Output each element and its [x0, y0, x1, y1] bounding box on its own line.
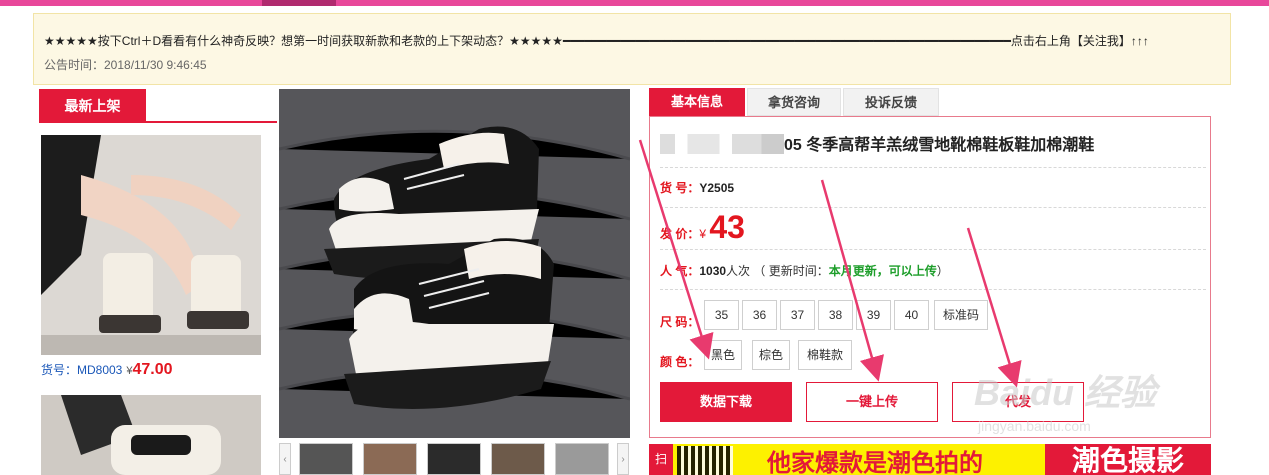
tab-new-arrivals[interactable]: 最新上架 [39, 89, 146, 123]
divider [660, 167, 1206, 168]
size-option[interactable]: 40 [894, 300, 929, 330]
divider [660, 289, 1206, 290]
thumbnail-strip: ‹ › [279, 443, 630, 475]
scan-label: 扫 [649, 444, 673, 475]
thumbnail-3[interactable] [427, 443, 481, 475]
announcement-text: ★★★★★按下Ctrl＋D看看有什么神奇反映？想第一时间获取新款和老款的上下架动… [44, 34, 1149, 48]
sku-value: Y2505 [699, 181, 735, 195]
data-download-button[interactable]: 数据下载 [660, 382, 792, 422]
divider [660, 207, 1206, 208]
popularity-unit: 人次 [726, 264, 751, 278]
product-title: 05 冬季高帮羊羔绒雪地靴棉鞋板鞋加棉潮鞋 [660, 131, 1094, 155]
thumbnail-prev-button[interactable]: ‹ [279, 443, 291, 475]
size-option-standard[interactable]: 标准码 [934, 300, 988, 330]
one-click-upload-button[interactable]: 一键上传 [806, 382, 938, 422]
thumbnail-1[interactable] [299, 443, 353, 475]
tab-purchase-inquiry[interactable]: 拿货咨询 [747, 88, 841, 116]
update-status: 本月更新，可以上传 [828, 264, 937, 278]
price-label: 发 价： [660, 227, 700, 241]
tab-basic-info[interactable]: 基本信息 [649, 88, 745, 116]
size-label: 尺 码： [660, 315, 700, 329]
size-option[interactable]: 38 [818, 300, 853, 330]
price-row: 发 价：¥ 43 [660, 209, 745, 252]
announcement-box: ★★★★★按下Ctrl＋D看看有什么神奇反映？想第一时间获取新款和老款的上下架动… [33, 13, 1231, 85]
thumbnail-4[interactable] [491, 443, 545, 475]
product-code[interactable]: 货号：MD8003 [41, 363, 122, 377]
thumbnail-2[interactable] [363, 443, 417, 475]
announcement-time: 公告时间：2018/11/30 9:46:45 [44, 58, 207, 72]
top-accent-bar [0, 0, 1269, 6]
update-prefix: （ 更新时间： [753, 264, 829, 278]
info-tabs: 基本信息 拿货咨询 投诉反馈 [649, 88, 1211, 116]
new-arrivals-header: 最新上架 [39, 89, 277, 123]
ad-banner[interactable]: 扫 他家爆款是潮色拍的 潮色摄影 [649, 444, 1211, 475]
size-option[interactable]: 39 [856, 300, 891, 330]
color-option[interactable]: 棉鞋款 [798, 340, 852, 370]
main-product-image[interactable] [279, 89, 630, 438]
color-label-row: 颜 色： [660, 353, 699, 370]
update-suffix: ） [936, 264, 949, 278]
new-arrivals-panel: 最新上架 货号：MD8003 ¥47.00 [39, 89, 277, 475]
tab-complaint-feedback[interactable]: 投诉反馈 [843, 88, 939, 116]
banner-slogan: 他家爆款是潮色拍的 [767, 450, 983, 475]
price-currency: ¥ [699, 227, 707, 241]
thumbnail-next-button[interactable]: › [617, 443, 629, 475]
color-option[interactable]: 棕色 [752, 340, 790, 370]
list-item[interactable] [41, 395, 261, 475]
thumbnail-5[interactable] [555, 443, 609, 475]
sku-label: 货 号： [660, 181, 700, 195]
product-thumbnail[interactable] [41, 135, 261, 355]
size-option[interactable]: 36 [742, 300, 777, 330]
size-label-row: 尺 码： [660, 313, 699, 330]
list-item[interactable]: 货号：MD8003 ¥47.00 [41, 135, 261, 379]
popularity-count: 1030 [699, 264, 727, 278]
product-details: 05 冬季高帮羊羔绒雪地靴棉鞋板鞋加棉潮鞋 货 号：Y2505 发 价：¥ 43… [649, 116, 1211, 438]
blurred-title-prefix [660, 134, 784, 154]
product-price-line: 货号：MD8003 ¥47.00 [41, 361, 261, 379]
banner-studio: 潮色摄影 [1045, 444, 1211, 475]
popularity-label: 人 气： [660, 264, 700, 278]
product-thumbnail[interactable] [41, 395, 261, 475]
size-option[interactable]: 35 [704, 300, 739, 330]
sku-row: 货 号：Y2505 [660, 179, 734, 196]
top-accent-highlight [262, 0, 336, 6]
dropship-button[interactable]: 代发 [952, 382, 1084, 422]
divider [660, 249, 1206, 250]
product-price: 47.00 [132, 361, 173, 378]
qr-code-icon [677, 446, 733, 475]
popularity-row: 人 气：1030人次 （ 更新时间：本月更新，可以上传） [660, 262, 949, 279]
size-option[interactable]: 37 [780, 300, 815, 330]
color-option[interactable]: 黑色 [704, 340, 742, 370]
product-info-panel: 基本信息 拿货咨询 投诉反馈 05 冬季高帮羊羔绒雪地靴棉鞋板鞋加棉潮鞋 货 号… [649, 88, 1211, 440]
color-label: 颜 色： [660, 355, 700, 369]
product-title-text: 05 冬季高帮羊羔绒雪地靴棉鞋板鞋加棉潮鞋 [784, 137, 1095, 154]
price-value: 43 [709, 209, 745, 245]
